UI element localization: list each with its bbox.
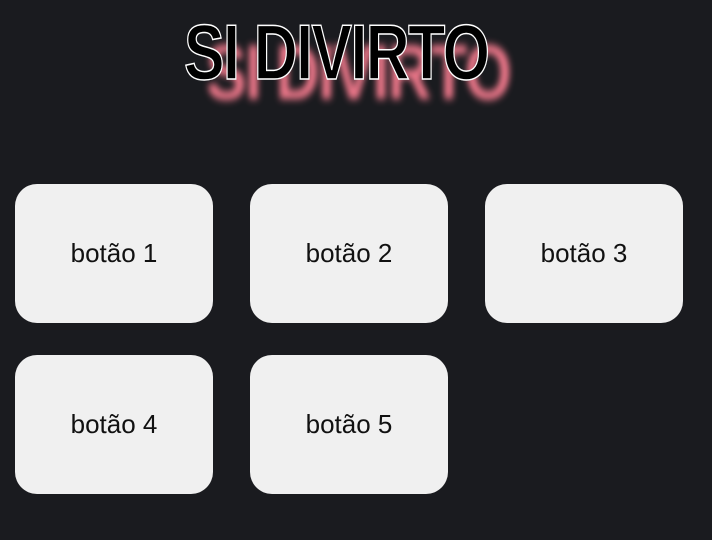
button-2[interactable]: botão 2 [250, 184, 448, 323]
button-grid: botão 1 botão 2 botão 3 botão 4 botão 5 [15, 184, 683, 494]
button-4[interactable]: botão 4 [15, 355, 213, 494]
button-5[interactable]: botão 5 [250, 355, 448, 494]
page-title: SI DIVIRTO [183, 8, 490, 96]
button-1[interactable]: botão 1 [15, 184, 213, 323]
page-header: SI DIVIRTO SI DIVIRTO [0, 10, 712, 120]
button-3[interactable]: botão 3 [485, 184, 683, 323]
